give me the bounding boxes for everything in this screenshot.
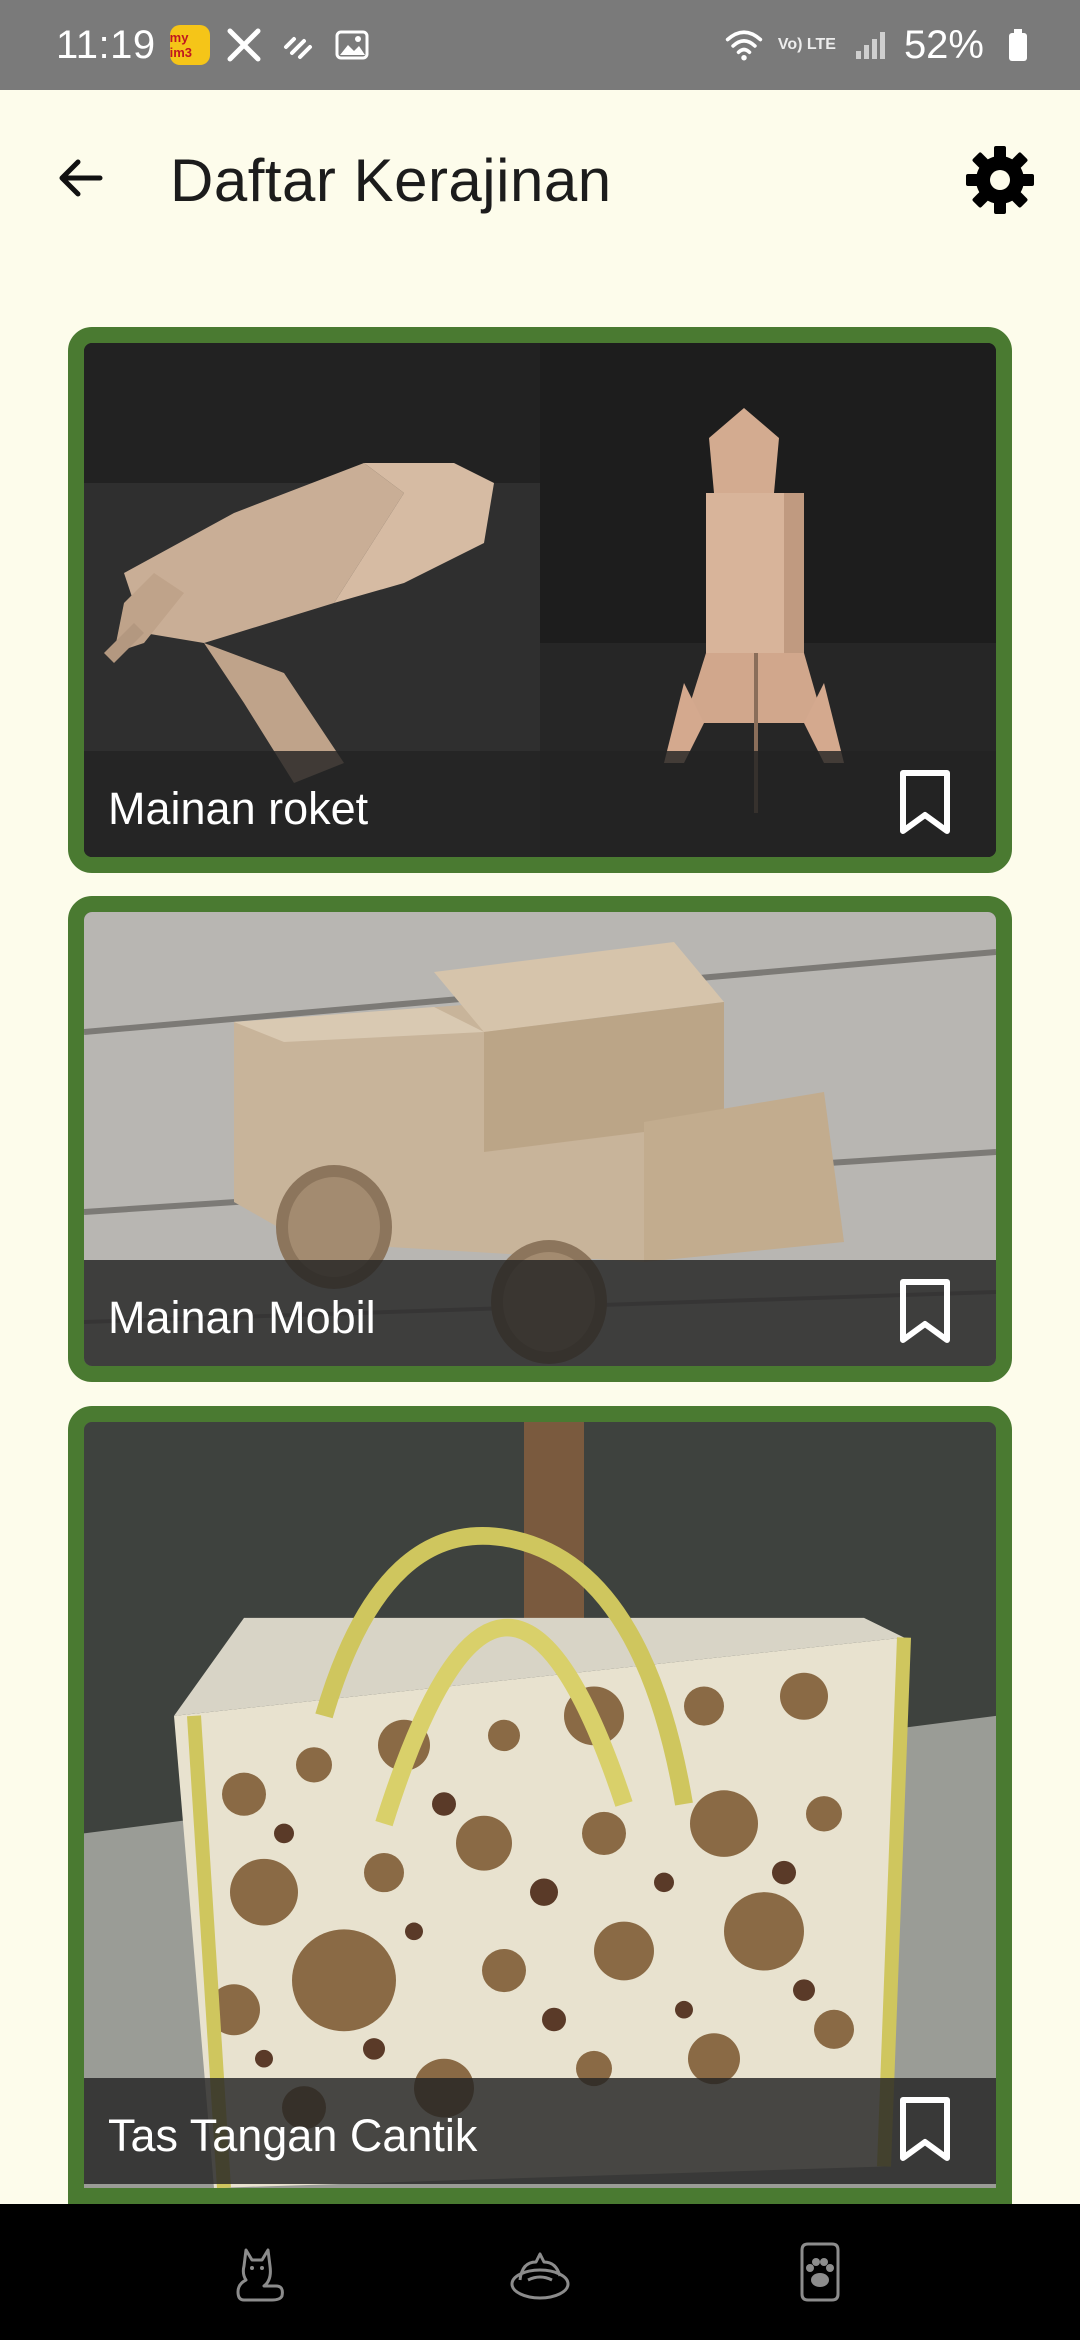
arrow-left-icon [59,159,103,197]
bookmark-button[interactable] [890,1274,960,1350]
bookmark-outline-icon [900,1279,950,1343]
battery-percent: 52% [903,22,984,67]
myim3-app-icon: my im3 [169,25,210,65]
volte-icon: Vo) LTE [777,36,836,53]
craft-card[interactable]: Mainan roket [68,327,1012,873]
bookmark-outline-icon [900,2097,950,2161]
cat-sitting-icon [236,2248,284,2302]
app-bar: Daftar Kerajinan [0,90,1080,276]
bottom-nav [0,2204,1080,2340]
back-button[interactable] [50,148,110,208]
bookmark-outline-icon [900,770,950,834]
polka-dot-handbag-image [84,1422,996,2188]
page-title: Daftar Kerajinan [170,147,612,214]
card-title: Mainan roket [108,783,369,834]
data-activity-icon [278,25,318,65]
card-title: Tas Tangan Cantik [108,2110,478,2161]
status-bar: 11:19 my im3 Vo) LTE 52% [0,0,1080,90]
nav-item-paw[interactable] [775,2227,865,2317]
bookmark-button[interactable] [890,2092,960,2168]
paw-tag-icon [800,2242,840,2302]
cat-in-bed-icon [510,2252,570,2300]
status-right: Vo) LTE 52% [724,23,1038,68]
craft-card[interactable]: Mainan Mobil [68,896,1012,1382]
status-time: 11:19 [56,22,156,67]
bookmark-button[interactable] [890,765,960,841]
settings-button[interactable] [962,142,1038,218]
x-app-icon [224,25,264,65]
nav-item-cat[interactable] [215,2227,305,2317]
battery-icon [998,25,1038,65]
wifi-icon [724,25,764,65]
card-title: Mainan Mobil [108,1292,376,1343]
craft-card[interactable]: Tas Tangan Cantik [68,1406,1012,2204]
gallery-icon [332,25,372,65]
gear-icon [966,146,1034,214]
status-left: 11:19 my im3 [56,23,372,68]
signal-icon [850,25,890,65]
nav-item-cat-bed[interactable] [495,2227,585,2317]
